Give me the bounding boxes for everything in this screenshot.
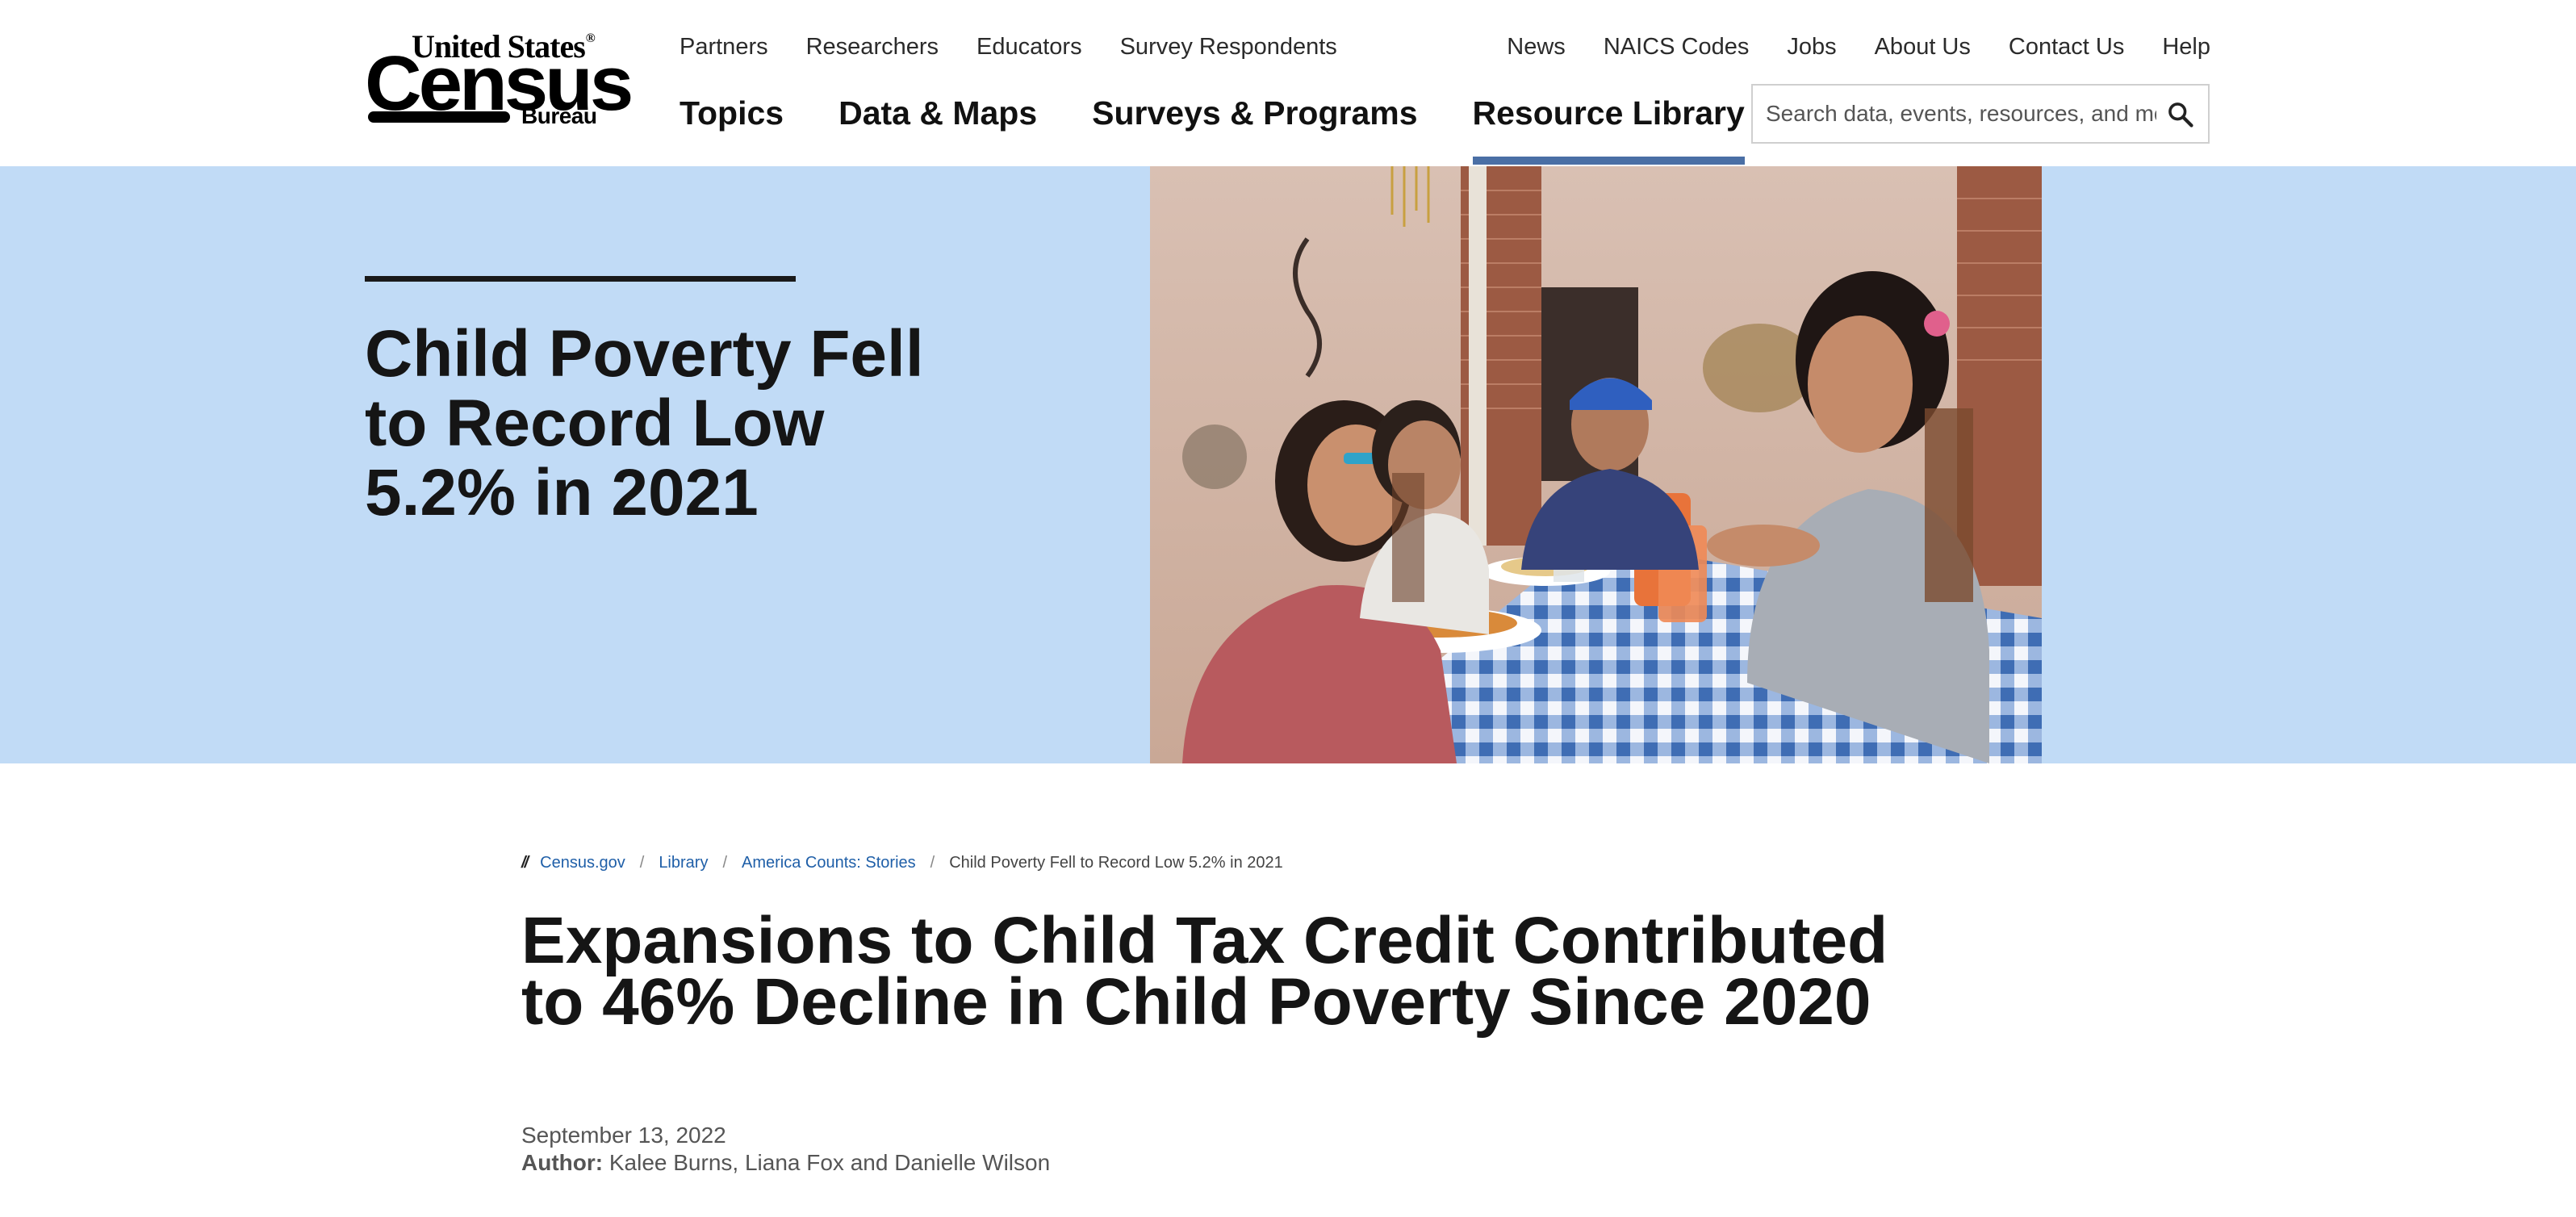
main-nav-data-and-maps[interactable]: Data & Maps (838, 89, 1037, 165)
util-link-about-us[interactable]: About Us (1875, 31, 1971, 63)
search-icon[interactable] (2166, 100, 2195, 129)
util-link-naics-codes[interactable]: NAICS Codes (1604, 31, 1750, 63)
breadcrumb-separator: / (722, 853, 728, 872)
breadcrumb-current-page: Child Poverty Fell to Record Low 5.2% in… (949, 853, 1283, 872)
breadcrumb-start-marker: // (521, 853, 529, 872)
main-nav: Topics Data & Maps Surveys & Programs Re… (680, 89, 1746, 165)
breadcrumb-link-census-gov[interactable]: Census.gov (540, 854, 625, 872)
logo-underline (368, 111, 510, 123)
family-eating-at-table-photo (1150, 166, 2042, 763)
util-link-survey-respondents[interactable]: Survey Respondents (1120, 31, 1337, 63)
article-author: Author: Kalee Burns, Liana Fox and Danie… (521, 1149, 1050, 1177)
author-label: Author: (521, 1150, 604, 1175)
search-box (1751, 84, 2210, 144)
util-link-partners[interactable]: Partners (680, 31, 768, 63)
logo-bureau-text: Bureau (521, 103, 597, 128)
breadcrumb-link-america-counts[interactable]: America Counts: Stories (742, 854, 916, 872)
search-input[interactable] (1753, 90, 2156, 138)
utility-nav-right: News NAICS Codes Jobs About Us Contact U… (1507, 31, 2210, 63)
breadcrumb: // Census.gov / Library / America Counts… (521, 851, 1283, 875)
hero-accent-rule (365, 276, 796, 282)
article-headline: Expansions to Child Tax Credit Contribut… (521, 904, 1888, 1039)
main-nav-surveys-and-programs[interactable]: Surveys & Programs (1092, 89, 1417, 165)
util-link-contact-us[interactable]: Contact Us (2009, 31, 2124, 63)
hero-title: Child Poverty Fell to Record Low 5.2% in… (365, 317, 924, 529)
breadcrumb-link-library[interactable]: Library (659, 854, 708, 872)
breadcrumb-separator: / (639, 853, 645, 872)
util-link-researchers[interactable]: Researchers (806, 31, 939, 63)
site-header: United States® Census Bureau Partners Re… (0, 0, 2576, 165)
util-link-educators[interactable]: Educators (976, 31, 1082, 63)
census-bureau-logo[interactable]: United States® Census Bureau (365, 31, 634, 131)
breadcrumb-separator: / (930, 853, 935, 872)
main-nav-resource-library[interactable]: Resource Library (1472, 89, 1746, 165)
util-link-help[interactable]: Help (2162, 31, 2210, 63)
util-link-jobs[interactable]: Jobs (1787, 31, 1836, 63)
util-link-news[interactable]: News (1507, 31, 1566, 63)
main-nav-topics[interactable]: Topics (680, 89, 784, 165)
author-names: Kalee Burns, Liana Fox and Danielle Wils… (608, 1150, 1051, 1175)
utility-nav-left: Partners Researchers Educators Survey Re… (680, 31, 1337, 63)
article-date: September 13, 2022 (521, 1123, 726, 1148)
hero-banner: Child Poverty Fell to Record Low 5.2% in… (0, 166, 2576, 763)
